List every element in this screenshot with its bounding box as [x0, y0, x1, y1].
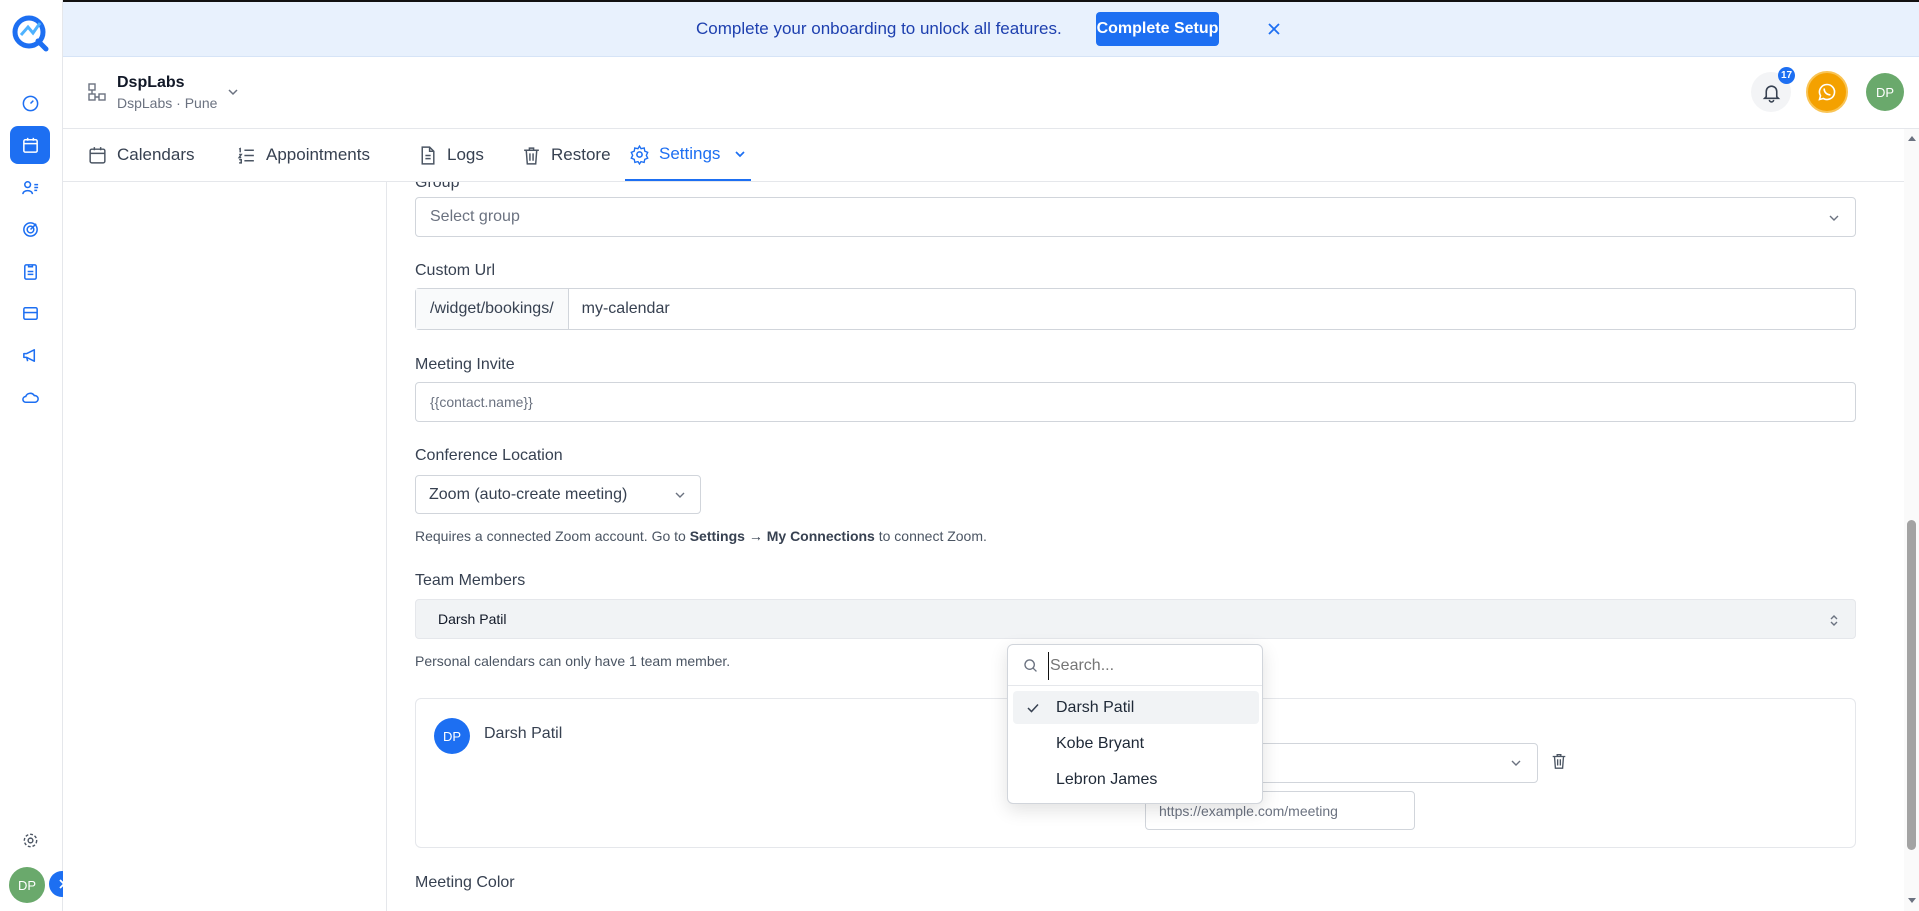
chevron-down-icon [1511, 760, 1521, 766]
chevron-up-down-icon [1830, 615, 1838, 626]
tab-label: Settings [659, 144, 721, 163]
team-member-dropdown: Darsh Patil Kobe Bryant Lebron James [1007, 644, 1263, 804]
dropdown-divider [1008, 685, 1262, 686]
group-label: Group [415, 182, 460, 191]
tab-bar: Calendars Appointments Logs Restore Sett… [63, 129, 1919, 182]
rail-dashboard[interactable] [10, 84, 50, 122]
list-ordered-icon [237, 146, 254, 164]
rail-cloud[interactable] [10, 378, 50, 416]
team-members-label: Team Members [415, 572, 526, 589]
group-select[interactable]: Select group [415, 197, 1856, 237]
dropdown-option-lebron-james[interactable]: Lebron James [1013, 763, 1259, 796]
scroll-down-icon[interactable] [1907, 897, 1917, 905]
dropdown-search-input[interactable] [1048, 652, 1248, 680]
trash-icon [524, 146, 539, 165]
close-icon[interactable] [1265, 20, 1283, 38]
rail-settings[interactable] [10, 821, 50, 859]
meeting-invite-label: Meeting Invite [415, 356, 515, 373]
chevron-down-icon [735, 151, 746, 158]
rail-calendar[interactable] [10, 126, 50, 164]
megaphone-icon [22, 348, 35, 362]
tab-appointments[interactable]: Appointments [236, 129, 370, 181]
rail-contacts[interactable] [10, 168, 50, 206]
member-name: Darsh Patil [484, 725, 563, 742]
dropdown-option-label: Lebron James [1056, 770, 1158, 788]
tab-restore[interactable]: Restore [521, 129, 611, 181]
chevron-down-icon [1829, 215, 1839, 221]
group-select-value: Select group [430, 208, 520, 225]
calendar-icon [89, 146, 106, 164]
dropdown-option-darsh-patil[interactable]: Darsh Patil [1013, 691, 1259, 724]
complete-setup-button[interactable]: Complete Setup [1096, 12, 1219, 46]
custom-url-group: /widget/bookings/ [415, 288, 1856, 330]
meeting-color-label: Meeting Color [415, 874, 515, 891]
whatsapp-icon [1818, 83, 1836, 101]
tab-logs[interactable]: Logs [417, 129, 484, 181]
users-icon [21, 180, 38, 194]
team-members-select[interactable]: Darsh Patil [415, 599, 1856, 639]
tab-calendars[interactable]: Calendars [87, 129, 195, 181]
logo-icon [12, 15, 49, 52]
dropdown-option-label: Darsh Patil [1056, 698, 1135, 716]
custom-url-prefix: /widget/bookings/ [416, 289, 569, 329]
bell-icon [1762, 84, 1780, 103]
dropdown-option-kobe-bryant[interactable]: Kobe Bryant [1013, 727, 1259, 760]
rail-target[interactable] [10, 210, 50, 248]
conference-location-select[interactable]: Zoom (auto-create meeting) [415, 475, 701, 514]
user-avatar[interactable]: DP [1866, 73, 1904, 111]
clipboard-icon [23, 263, 37, 280]
org-tree-icon [88, 83, 106, 101]
trash-icon[interactable] [1550, 752, 1568, 770]
custom-url-input[interactable] [568, 289, 1855, 329]
tab-settings[interactable]: Settings [625, 129, 752, 181]
banner-text: Complete your onboarding to unlock all f… [696, 19, 1062, 38]
help-text-pre: Requires a connected Zoom account. Go to [415, 528, 690, 544]
onboarding-banner: Complete your onboarding to unlock all f… [63, 0, 1919, 57]
team-members-help: Personal calendars can only have 1 team … [415, 653, 731, 669]
target-icon [22, 221, 38, 237]
conference-help-text: Requires a connected Zoom account. Go to… [415, 528, 987, 544]
gauge-icon [22, 95, 38, 111]
conference-location-value: Zoom (auto-create meeting) [429, 485, 628, 503]
custom-url-label: Custom Url [415, 262, 496, 279]
chevron-down-icon[interactable] [226, 85, 240, 99]
tab-label: Appointments [266, 145, 370, 164]
settings-side-panel [63, 182, 387, 911]
tab-label: Restore [551, 145, 611, 164]
scrollbar-thumb[interactable] [1907, 520, 1916, 850]
rail-clipboard[interactable] [10, 252, 50, 290]
org-header: DspLabs DspLabs · Pune 17 DP [63, 57, 1919, 129]
rail-campaigns[interactable] [10, 336, 50, 374]
dropdown-option-label: Kobe Bryant [1056, 734, 1145, 752]
check-icon [1027, 703, 1039, 713]
meeting-invite-input[interactable]: {{contact.name}} [415, 382, 1856, 422]
gear-icon [630, 144, 649, 165]
member-avatar: DP [434, 718, 470, 754]
help-text-post: to connect Zoom. [874, 528, 987, 544]
chevron-down-icon [675, 492, 685, 498]
tab-label: Logs [447, 145, 484, 164]
tab-label: Calendars [117, 145, 195, 164]
left-rail: DP [0, 0, 75, 911]
rail-archive[interactable] [10, 294, 50, 332]
scroll-up-icon[interactable] [1907, 134, 1917, 142]
whatsapp-button[interactable] [1806, 71, 1848, 113]
settings-connections-link[interactable]: Settings → My Connections [690, 528, 875, 544]
gear-icon [23, 833, 37, 847]
search-icon [1024, 659, 1037, 672]
calendar-icon [22, 137, 38, 153]
archive-icon [22, 306, 38, 320]
settings-content: Group Select group Custom Url /widget/bo… [63, 182, 1904, 911]
team-members-value: Darsh Patil [438, 611, 507, 627]
app-logo[interactable] [6, 10, 54, 56]
cloud-icon [21, 392, 39, 403]
org-location: DspLabs · Pune [117, 95, 218, 111]
conference-location-label: Conference Location [415, 447, 563, 464]
rail-user-avatar[interactable]: DP [9, 867, 45, 903]
document-icon [421, 145, 435, 165]
notification-badge: 17 [1778, 67, 1795, 84]
org-name[interactable]: DspLabs [117, 74, 185, 92]
